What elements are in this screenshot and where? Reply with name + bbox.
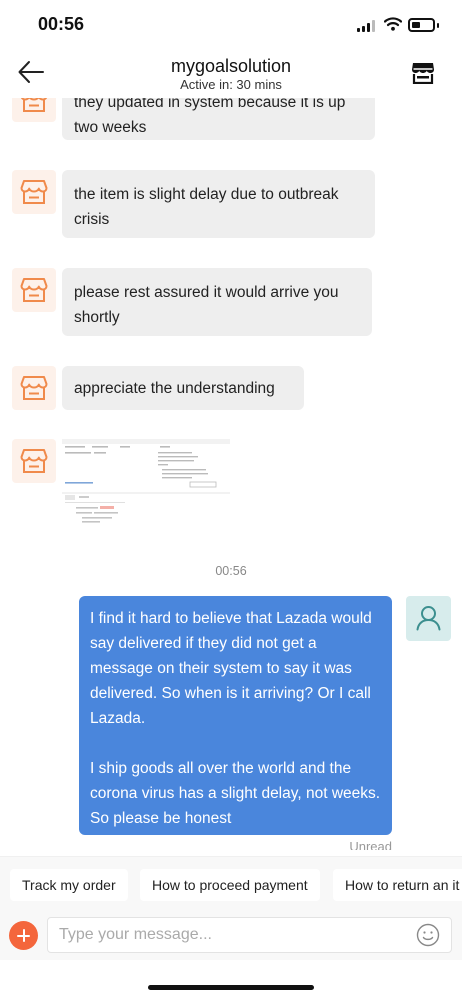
shop-icon [20, 180, 48, 204]
home-indicator [148, 985, 314, 990]
seller-avatar [12, 98, 56, 122]
shop-icon [20, 278, 48, 302]
shop-icon [20, 98, 48, 112]
incoming-message: they updated in system because it is up … [62, 98, 375, 140]
plus-icon[interactable] [9, 921, 38, 950]
message-list[interactable]: they updated in system because it is up … [0, 98, 462, 850]
quick-reply-payment[interactable]: How to proceed payment [140, 869, 320, 901]
incoming-message: please rest assured it would arrive you … [62, 268, 372, 336]
status-time: 00:56 [38, 14, 85, 34]
store-icon[interactable] [411, 62, 435, 84]
status-bar: 00:56 [0, 0, 462, 48]
shop-icon [20, 449, 48, 473]
seller-avatar [12, 439, 56, 483]
smiley-icon[interactable] [416, 923, 440, 947]
outgoing-message: I find it hard to believe that Lazada wo… [79, 596, 392, 835]
composer [0, 912, 462, 960]
seller-avatar [12, 170, 56, 214]
message-timestamp: 00:56 [215, 564, 247, 578]
message-input[interactable] [47, 917, 452, 953]
order-screenshot-image[interactable] [62, 439, 230, 527]
quick-reply-track-order[interactable]: Track my order [10, 869, 128, 901]
wifi-icon [384, 17, 402, 31]
chat-title: mygoalsolution [170, 56, 292, 76]
seller-avatar [12, 366, 56, 410]
incoming-message: appreciate the understanding [62, 366, 304, 410]
quick-replies: Track my order How to proceed payment Ho… [0, 856, 462, 912]
user-icon [416, 606, 441, 631]
active-status: Active in: 30 mins [180, 77, 282, 92]
seller-avatar [12, 268, 56, 312]
signal-icon [357, 20, 377, 32]
incoming-message: the item is slight delay due to outbreak… [62, 170, 375, 238]
chat-header: mygoalsolution Active in: 30 mins [0, 48, 462, 98]
user-avatar [406, 596, 451, 641]
quick-reply-return[interactable]: How to return an it [333, 869, 462, 901]
battery-icon [408, 18, 435, 32]
shop-icon [20, 376, 48, 400]
chat-screen: 00:56 mygoalsolution Active in: 30 mins [0, 0, 462, 1000]
read-status: Unread [349, 839, 392, 850]
